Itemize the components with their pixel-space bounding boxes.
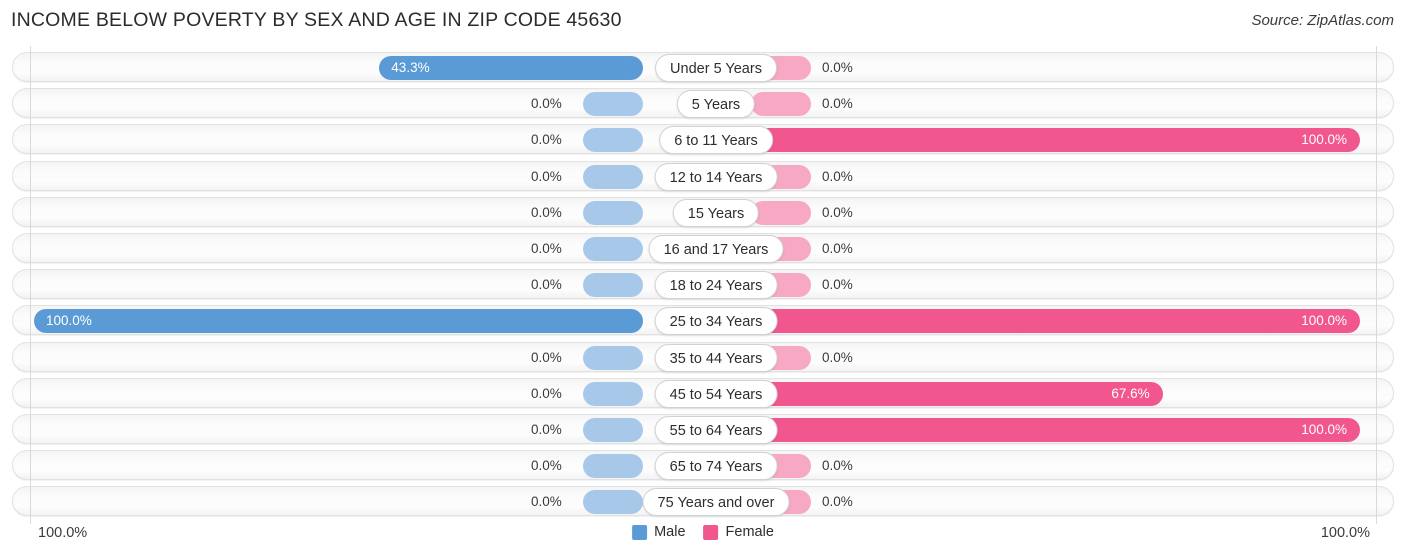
axis-end-right: 100.0% [1320,525,1370,541]
bar-value-male: 0.0% [531,168,562,184]
category-label: 15 Years [672,198,760,227]
axis-end-left: 100.0% [38,525,88,541]
table-row[interactable]: 0.0% 0.0% 15 Years [12,196,1394,227]
bar-value-female: 67.6% [1111,385,1150,401]
axis-line-right [1376,46,1377,524]
bar-male[interactable] [583,128,643,153]
legend-label-female: Female [725,524,774,540]
poverty-by-sex-age-chart: INCOME BELOW POVERTY BY SEX AND AGE IN Z… [0,0,1406,558]
legend-swatch-male-icon [632,524,648,540]
table-row[interactable]: 0.0% 0.0% 65 to 74 Years [12,450,1394,481]
category-label: Under 5 Years [655,54,777,82]
bar-male[interactable]: 100.0% [34,309,643,334]
category-label: 65 to 74 Years [654,452,778,481]
category-label: 25 to 34 Years [654,307,778,336]
table-row[interactable]: 0.0% 100.0% 6 to 11 Years [12,124,1394,155]
chart-footer: 100.0% 100.0% Male Female [0,516,1406,558]
category-label: 12 to 14 Years [654,162,778,191]
bar-female[interactable] [751,92,811,117]
bar-value-male: 43.3% [391,60,430,75]
bar-value-male: 0.0% [531,458,562,474]
bar-value-male: 0.0% [531,422,562,437]
bar-value-male: 0.0% [531,385,562,401]
bar-value-male: 100.0% [46,313,92,329]
table-row[interactable]: 43.3% 0.0% Under 5 Years [12,52,1394,82]
bar-value-male: 0.0% [531,349,562,365]
bar-male[interactable] [583,345,643,370]
table-row[interactable]: 0.0% 0.0% 16 and 17 Years [12,233,1394,263]
bar-value-female: 0.0% [822,96,853,112]
bar-value-female: 100.0% [1301,313,1347,329]
bar-female[interactable]: 100.0% [751,418,1360,442]
table-row[interactable]: 0.0% 0.0% 35 to 44 Years [12,341,1394,372]
chart-header: INCOME BELOW POVERTY BY SEX AND AGE IN Z… [0,0,1406,44]
bar-male[interactable] [583,92,643,117]
table-row[interactable]: 0.0% 0.0% 12 to 14 Years [12,160,1394,191]
plot-area: 43.3% 0.0% Under 5 Years 0.0% 0.0% 5 Years 0.0… [0,44,1406,524]
bar-male[interactable] [583,454,643,479]
bar-male[interactable] [583,200,643,225]
bar-value-female: 0.0% [822,349,853,365]
category-label: 5 Years [676,90,756,119]
bar-value-female: 0.0% [822,60,853,75]
bar-value-male: 0.0% [531,494,562,510]
table-row[interactable]: 100.0% 100.0% 25 to 34 Years [12,305,1394,336]
table-row[interactable]: 0.0% 0.0% 18 to 24 Years [12,269,1394,300]
bar-value-female: 0.0% [822,168,853,184]
bar-value-female: 100.0% [1301,132,1347,148]
bar-female[interactable] [751,200,811,225]
legend-label-male: Male [654,524,686,540]
category-label: 35 to 44 Years [654,343,778,372]
bar-male[interactable]: 43.3% [379,56,643,80]
table-row[interactable]: 0.0% 100.0% 55 to 64 Years [12,414,1394,444]
bar-male[interactable] [583,237,643,261]
axis-line-left [30,46,31,524]
bar-value-male: 0.0% [531,277,562,293]
bar-female[interactable]: 67.6% [751,381,1163,406]
bar-male[interactable] [583,164,643,189]
bar-value-male: 0.0% [531,96,562,112]
page-title: INCOME BELOW POVERTY BY SEX AND AGE IN Z… [11,9,622,31]
bar-male[interactable] [583,381,643,406]
category-label: 16 and 17 Years [648,235,784,263]
bar-value-male: 0.0% [531,204,562,220]
bar-value-female: 0.0% [822,204,853,220]
legend-item-male[interactable]: Male [632,524,686,540]
bar-value-female: 0.0% [822,494,853,510]
legend: Male Female [632,524,774,540]
table-row[interactable]: 0.0% 0.0% 75 Years and over [12,486,1394,517]
bar-value-male: 0.0% [531,132,562,148]
category-label: 6 to 11 Years [659,126,773,155]
category-label: 55 to 64 Years [654,416,778,444]
bar-male[interactable] [583,273,643,298]
category-label: 18 to 24 Years [654,271,778,300]
bar-value-female: 100.0% [1301,422,1347,437]
legend-swatch-female-icon [703,524,719,540]
category-label: 75 Years and over [642,488,790,517]
bar-male[interactable] [583,490,643,515]
table-row[interactable]: 0.0% 67.6% 45 to 54 Years [12,377,1394,408]
table-row[interactable]: 0.0% 0.0% 5 Years [12,88,1394,119]
bar-value-male: 0.0% [531,241,562,256]
bar-value-female: 0.0% [822,458,853,474]
bar-value-female: 0.0% [822,241,853,256]
bar-female[interactable]: 100.0% [751,309,1360,334]
legend-item-female[interactable]: Female [703,524,774,540]
bar-female[interactable]: 100.0% [751,128,1360,153]
source-label: Source: ZipAtlas.com [1251,12,1394,29]
bar-value-female: 0.0% [822,277,853,293]
bar-male[interactable] [583,418,643,442]
category-label: 45 to 54 Years [654,379,778,408]
